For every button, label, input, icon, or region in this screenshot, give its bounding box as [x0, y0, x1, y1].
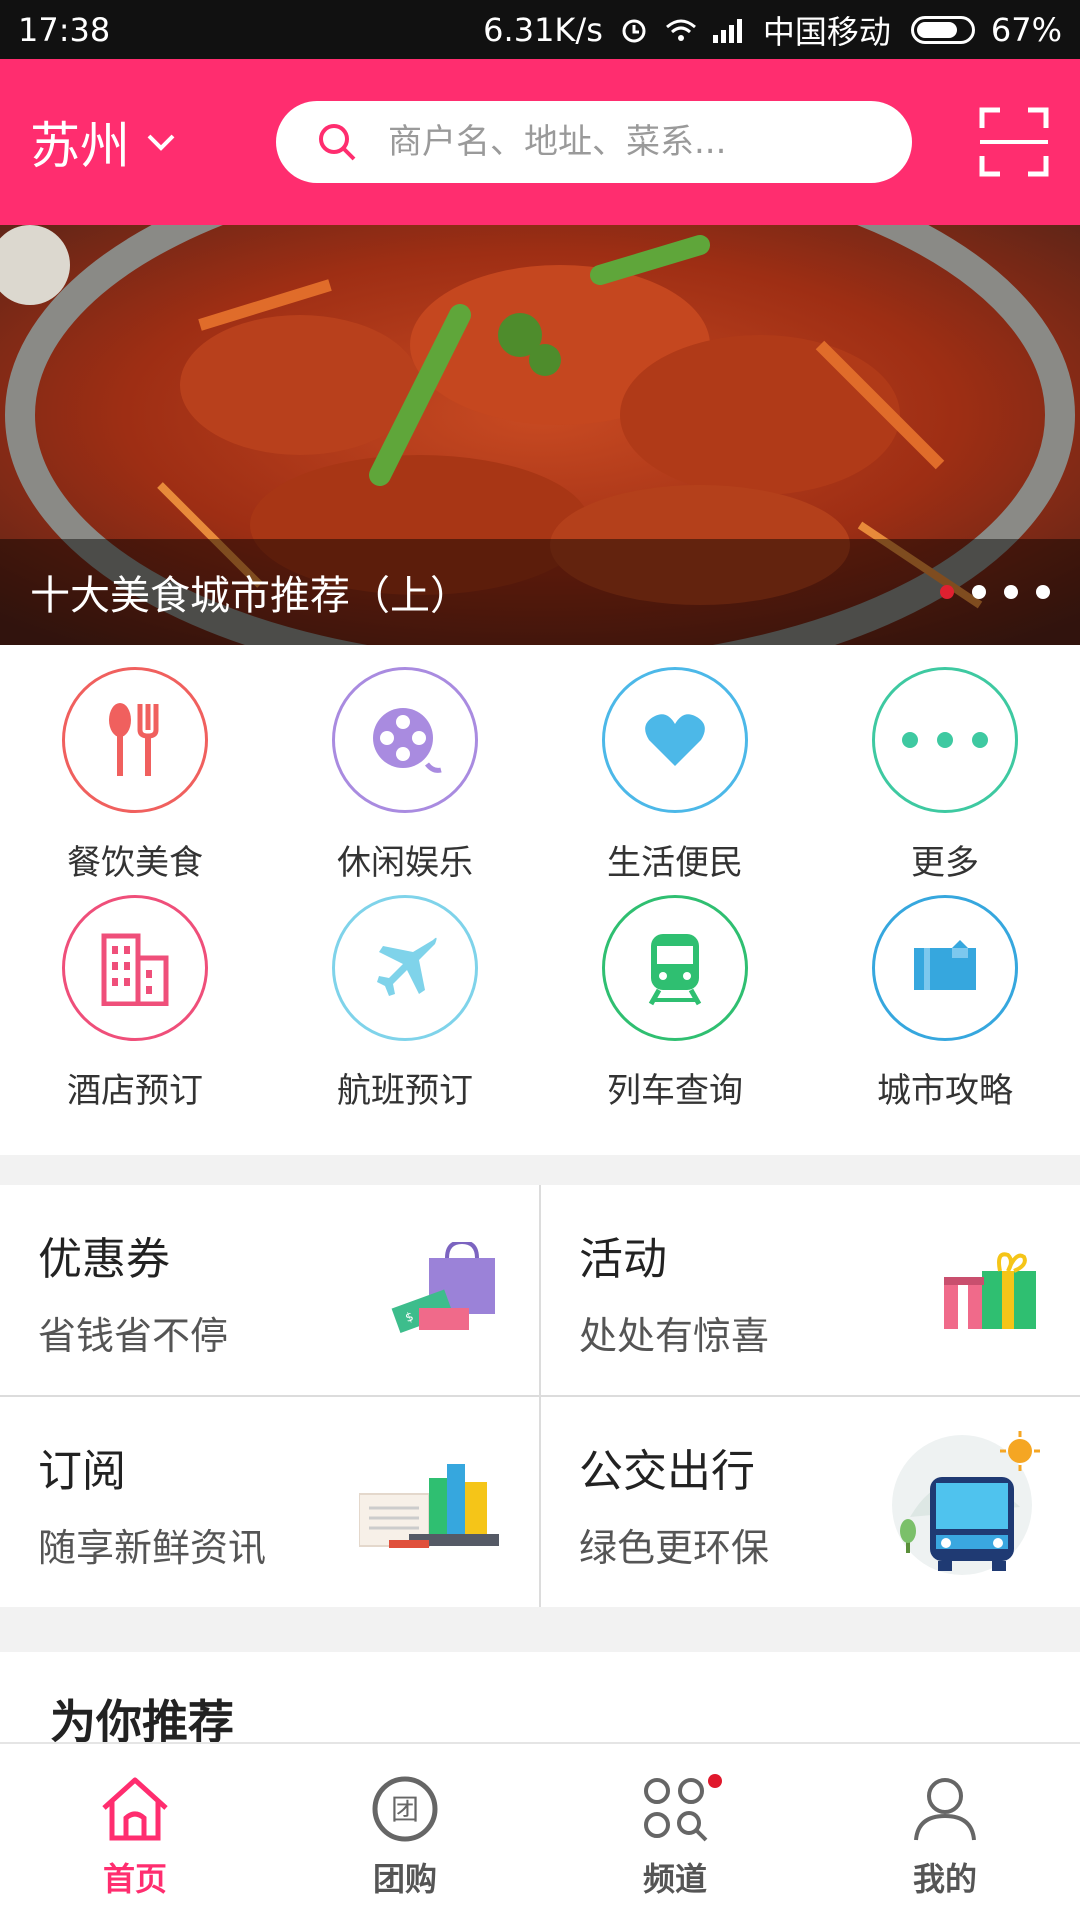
tab-label: 频道	[642, 1860, 707, 1898]
category-entertainment[interactable]: 休闲娱乐	[270, 667, 540, 884]
category-label: 休闲娱乐	[337, 843, 473, 883]
airplane-icon	[332, 895, 478, 1041]
city-selector[interactable]: 苏州	[30, 106, 250, 178]
banner-caption-bar: 十大美食城市推荐（上）	[0, 539, 1080, 645]
fork-spoon-icon	[62, 667, 208, 813]
search-input[interactable]	[388, 122, 872, 162]
channel-icon	[644, 1778, 708, 1842]
heart-icon	[602, 667, 748, 813]
network-speed: 6.31K/s	[483, 10, 603, 49]
tab-profile[interactable]: 我的	[810, 1744, 1080, 1920]
carousel-indicators	[940, 585, 1050, 599]
category-flight[interactable]: 航班预订	[270, 895, 540, 1112]
promo-activity[interactable]: 活动 处处有惊喜	[541, 1185, 1080, 1395]
group-buy-icon: 团	[372, 1776, 438, 1842]
city-name: 苏州	[30, 117, 130, 175]
chevron-down-icon	[147, 134, 175, 151]
alarm-icon	[619, 15, 649, 45]
top-header: 苏州	[0, 59, 1080, 225]
tab-channel[interactable]: 频道	[540, 1744, 810, 1920]
home-icon	[102, 1777, 168, 1841]
banner-title: 十大美食城市推荐（上）	[30, 573, 470, 619]
category-life-services[interactable]: 生活便民	[540, 667, 810, 884]
tab-group-buy[interactable]: 团 团购	[270, 1744, 540, 1920]
category-grid: 餐饮美食 休闲娱乐 生活便民 更多 酒店预订 航班预订 列车查询 城市攻略	[0, 645, 1080, 1155]
signal-icon	[712, 17, 747, 43]
scan-icon[interactable]	[978, 106, 1050, 178]
category-label: 餐饮美食	[67, 843, 203, 883]
svg-text:团: 团	[391, 1793, 419, 1826]
category-hotel[interactable]: 酒店预订	[0, 895, 270, 1112]
promo-coupon[interactable]: 优惠券 省钱省不停 $	[0, 1185, 539, 1395]
carousel-dot[interactable]	[972, 585, 986, 599]
status-right: 6.31K/s 中国移动 67%	[483, 7, 1062, 53]
promo-grid: 优惠券 省钱省不停 $ 活动 处处有惊喜 订阅 随享新鲜资讯 公交出行 绿色更环…	[0, 1185, 1080, 1607]
category-label: 城市攻略	[877, 1071, 1013, 1111]
search-icon	[319, 124, 356, 161]
banner-carousel[interactable]: 十大美食城市推荐（上）	[0, 225, 1080, 645]
promo-subscribe[interactable]: 订阅 随享新鲜资讯	[0, 1397, 539, 1607]
tab-home[interactable]: 首页	[0, 1744, 270, 1920]
category-label: 酒店预订	[67, 1071, 203, 1111]
bottom-tab-bar: 首页 团 团购 频道 我的	[0, 1742, 1080, 1920]
train-icon	[602, 895, 748, 1041]
status-bar: 17:38 6.31K/s 中国移动 67%	[0, 0, 1080, 59]
category-label: 更多	[911, 843, 979, 883]
carousel-dot[interactable]	[1036, 585, 1050, 599]
gift-boxes-icon	[944, 1252, 1036, 1329]
tab-label: 团购	[372, 1860, 437, 1898]
tab-label: 我的	[912, 1860, 977, 1898]
carousel-dot[interactable]	[1004, 585, 1018, 599]
category-label: 列车查询	[607, 1071, 743, 1111]
carrier-name: 中国移动	[762, 12, 891, 51]
profile-icon	[914, 1778, 976, 1841]
category-more[interactable]: 更多	[810, 667, 1080, 884]
notification-badge	[708, 1774, 722, 1788]
divider	[0, 1395, 1080, 1397]
category-label: 航班预订	[337, 1071, 473, 1111]
search-bar[interactable]	[276, 101, 912, 183]
bus-icon	[892, 1431, 1040, 1575]
hotel-building-icon	[62, 895, 208, 1041]
promo-bus[interactable]: 公交出行 绿色更环保	[541, 1397, 1080, 1607]
battery-percent: 67%	[990, 10, 1062, 49]
wifi-icon	[665, 17, 697, 43]
category-train[interactable]: 列车查询	[540, 895, 810, 1112]
carousel-dot[interactable]	[940, 585, 954, 599]
category-label: 生活便民	[607, 843, 743, 883]
category-city-guide[interactable]: 城市攻略	[810, 895, 1080, 1112]
tab-label: 首页	[102, 1860, 167, 1898]
category-dining[interactable]: 餐饮美食	[0, 667, 270, 884]
city-guide-icon	[872, 895, 1018, 1041]
status-time: 17:38	[18, 10, 111, 49]
film-reel-icon	[332, 667, 478, 813]
more-dots-icon	[872, 667, 1018, 813]
recommend-section: 为你推荐	[0, 1652, 1080, 1749]
books-icon	[359, 1464, 499, 1548]
coupon-bag-icon: $	[391, 1242, 495, 1334]
battery-icon	[910, 15, 975, 44]
